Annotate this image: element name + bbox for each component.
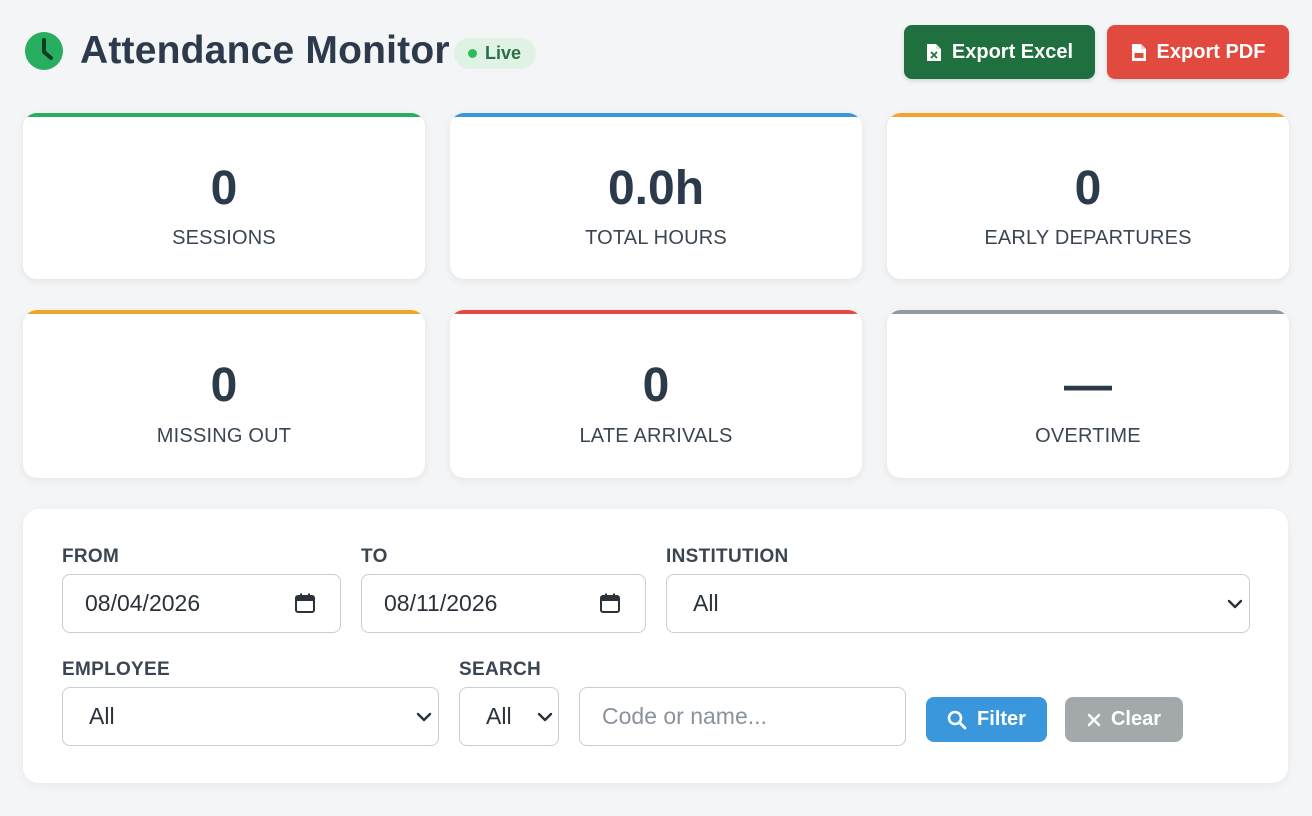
clear-button-label: Clear — [1110, 708, 1162, 730]
stat-card-total-hours: 0.0h TOTAL HOURS — [450, 113, 862, 279]
filter-button-label: Filter — [977, 708, 1026, 730]
stat-card-missing-out: 0 MISSING OUT — [23, 310, 425, 478]
export-pdf-label: Export PDF — [1156, 40, 1266, 63]
page-title: Attendance Monitor — [80, 29, 450, 72]
chevron-down-icon — [537, 712, 553, 722]
to-date-input[interactable]: 08/11/2026 — [361, 574, 646, 633]
from-label: FROM — [62, 546, 120, 567]
search-label: SEARCH — [459, 659, 542, 680]
stat-value: 0.0h — [607, 162, 705, 215]
search-input[interactable]: Code or name... — [579, 687, 906, 746]
export-excel-label: Export Excel — [951, 40, 1074, 63]
calendar-icon[interactable] — [599, 592, 621, 614]
employee-label: EMPLOYEE — [62, 659, 170, 680]
pdf-file-icon — [1131, 43, 1146, 61]
stat-value: 0 — [642, 359, 670, 412]
employee-value: All — [89, 703, 115, 729]
stat-label: MISSING OUT — [156, 425, 292, 447]
live-dot-icon — [468, 49, 477, 58]
employee-select[interactable]: All — [62, 687, 439, 746]
calendar-icon[interactable] — [294, 592, 316, 614]
stat-value: — — [1064, 359, 1112, 412]
stat-label: OVERTIME — [1035, 425, 1141, 447]
search-placeholder: Code or name... — [602, 703, 767, 729]
stat-card-sessions: 0 SESSIONS — [23, 113, 425, 279]
stat-label: SESSIONS — [172, 227, 276, 249]
search-scope-value: All — [486, 703, 512, 729]
clock-icon — [25, 32, 63, 70]
institution-select[interactable]: All — [666, 574, 1250, 633]
header: Attendance Monitor Live Export Excel Exp… — [0, 0, 1312, 100]
live-label: Live — [485, 43, 522, 63]
stat-value: 0 — [210, 359, 238, 412]
stat-label: TOTAL HOURS — [585, 227, 727, 249]
export-excel-button[interactable]: Export Excel — [904, 25, 1095, 79]
stat-card-late-arrivals: 0 LATE ARRIVALS — [450, 310, 862, 478]
live-status-badge: Live — [454, 38, 537, 69]
filter-button[interactable]: Filter — [926, 697, 1047, 742]
stat-label: EARLY DEPARTURES — [984, 227, 1192, 249]
clear-button[interactable]: Clear — [1065, 697, 1183, 742]
from-date-value: 08/04/2026 — [85, 590, 201, 616]
close-icon — [1087, 713, 1101, 726]
stat-value: 0 — [1074, 162, 1102, 215]
excel-file-icon — [926, 43, 941, 61]
institution-value: All — [693, 590, 719, 616]
chevron-down-icon — [416, 712, 432, 722]
stat-value: 0 — [210, 162, 238, 215]
chevron-down-icon — [1227, 599, 1243, 609]
institution-label: INSTITUTION — [666, 546, 789, 567]
to-label: TO — [361, 546, 388, 567]
search-icon — [947, 710, 967, 729]
to-date-value: 08/11/2026 — [384, 590, 498, 616]
from-date-input[interactable]: 08/04/2026 — [62, 574, 341, 633]
stat-label: LATE ARRIVALS — [579, 425, 733, 447]
export-pdf-button[interactable]: Export PDF — [1107, 25, 1289, 79]
search-scope-select[interactable]: All — [459, 687, 559, 746]
stat-card-overtime: — OVERTIME — [887, 310, 1289, 478]
stat-card-early-departures: 0 EARLY DEPARTURES — [887, 113, 1289, 279]
